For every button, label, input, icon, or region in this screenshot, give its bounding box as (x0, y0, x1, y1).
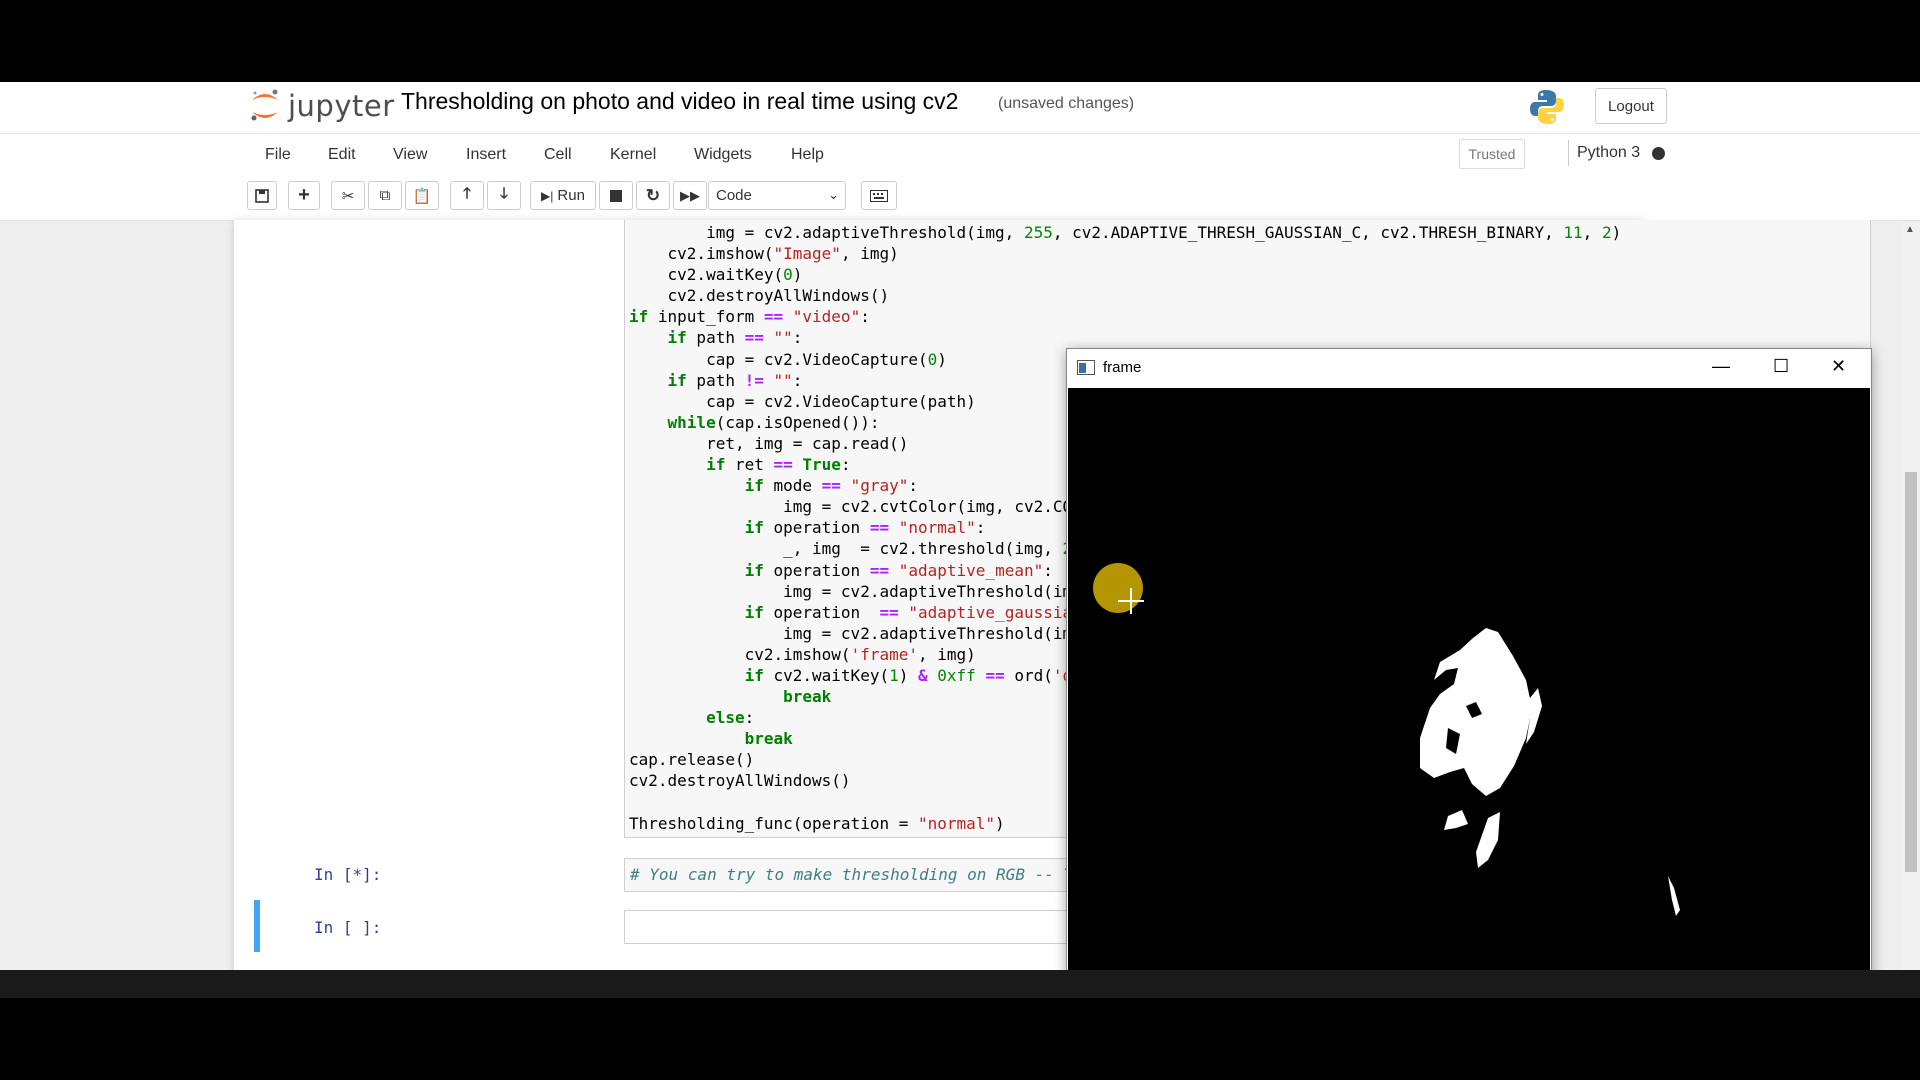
code-line: if cv2.waitKey(1) & 0xff == ord('q'): (744, 665, 1101, 685)
kernel-name: Python 3 (1577, 144, 1641, 161)
cursor-highlight (1093, 563, 1143, 613)
kernel-busy-icon (1652, 147, 1665, 160)
opencv-frame-window[interactable]: frame — ☐ ✕ (1066, 348, 1872, 990)
cell-type-value: Code (716, 187, 752, 204)
threshold-frame-canvas (1068, 388, 1870, 988)
code-line: if operation == "adaptive_gaussian": (744, 602, 1101, 622)
menu-cell[interactable]: Cell (544, 146, 572, 164)
code-line: while(cap.isOpened()): (667, 412, 880, 432)
code-line: else: (706, 708, 755, 728)
code-line: if operation == "normal": (744, 518, 986, 538)
run-icon: ▶| (541, 188, 554, 203)
code-line: cap = cv2.VideoCapture(0) (629, 349, 947, 369)
save-button[interactable] (247, 181, 277, 210)
maximize-icon[interactable]: ☐ (1773, 356, 1789, 377)
page-scrollbar[interactable]: ▲ ▼ (1902, 222, 1920, 992)
plus-icon: + (298, 184, 310, 206)
menu-edit[interactable]: Edit (328, 146, 356, 164)
code-line: if input_form == "video": (629, 307, 870, 327)
selected-cell-indicator (254, 900, 260, 952)
copy-icon: ⧉ (379, 187, 391, 204)
run-label: Run (557, 187, 585, 204)
restart-icon: ↻ (645, 185, 661, 205)
save-status: (unsaved changes) (998, 95, 1135, 112)
paste-button[interactable]: 📋 (405, 181, 439, 210)
window-title: frame (1103, 359, 1142, 376)
code-line: cv2.destroyAllWindows() (629, 286, 890, 306)
close-icon[interactable]: ✕ (1831, 356, 1846, 377)
code-line: cv2.waitKey(0) (629, 265, 803, 285)
kernel-separator (1568, 140, 1569, 166)
logout-button[interactable]: Logout (1595, 88, 1667, 124)
cell-type-select[interactable]: Code ⌄ (708, 181, 846, 210)
cell-prompt-running: In [*]: (314, 865, 382, 884)
cell-prompt-empty: In [ ]: (314, 918, 382, 937)
menu-view[interactable]: View (393, 146, 427, 164)
code-line: cap.release() (629, 750, 755, 770)
code-line: img = cv2.adaptiveThreshold(img, 255, cv… (629, 223, 1622, 242)
move-down-button[interactable]: 🡓 (487, 181, 521, 210)
menu-insert[interactable]: Insert (466, 146, 506, 164)
insert-cell-button[interactable]: + (288, 181, 320, 210)
code-line: cv2.imshow('frame', img) (629, 644, 976, 664)
keyboard-icon (870, 189, 888, 202)
menu-kernel[interactable]: Kernel (610, 146, 656, 164)
minimize-icon[interactable]: — (1712, 356, 1730, 377)
copy-button[interactable]: ⧉ (368, 181, 402, 210)
code-line: cv2.imshow("Image", img) (629, 244, 899, 264)
screen: jupyter Thresholding on photo and video … (0, 82, 1920, 997)
notebook-header: jupyter Thresholding on photo and video … (0, 82, 1920, 134)
chevron-down-icon: ⌄ (828, 187, 839, 202)
stop-icon (610, 189, 622, 202)
code-line: Thresholding_func(operation = "normal") (629, 813, 1005, 833)
code-line: if path == "": (667, 328, 803, 348)
code-line: if path != "": (667, 370, 803, 390)
code-line: cap = cv2.VideoCapture(path) (629, 391, 976, 411)
window-app-icon (1077, 360, 1095, 375)
move-up-button[interactable]: 🡑 (450, 181, 484, 210)
python-logo-icon (1527, 87, 1567, 132)
menu-file[interactable]: File (265, 146, 291, 164)
arrow-down-icon: 🡓 (500, 185, 508, 202)
window-titlebar[interactable]: frame — ☐ ✕ (1067, 349, 1871, 387)
restart-run-all-button[interactable]: ▶▶ (673, 181, 707, 210)
toolbar: + ✂ ⧉ 📋 🡑 🡓 ▶| Run ↻ ▶▶ (0, 178, 1920, 221)
save-icon (255, 188, 269, 203)
code-line: if operation == "adaptive_mean": (744, 560, 1053, 580)
scroll-thumb[interactable] (1905, 472, 1917, 872)
restart-button[interactable]: ↻ (636, 181, 670, 210)
fast-forward-icon: ▶▶ (680, 187, 700, 203)
code-line: break (744, 729, 793, 749)
paste-icon: 📋 (412, 187, 432, 205)
cut-icon: ✂ (341, 187, 355, 205)
jupyter-logo-icon (251, 89, 278, 121)
run-button[interactable]: ▶| Run (530, 181, 596, 210)
notebook-title[interactable]: Thresholding on photo and video in real … (401, 88, 958, 115)
interrupt-button[interactable] (599, 181, 633, 210)
scroll-up-icon[interactable]: ▲ (1905, 224, 1915, 235)
code-line: if ret == True: (706, 455, 851, 475)
code-line: break (783, 687, 832, 707)
arrow-up-icon: 🡑 (463, 185, 471, 202)
code-line: cv2.destroyAllWindows() (629, 771, 851, 791)
trusted-badge[interactable]: Trusted (1459, 139, 1525, 169)
jupyter-logo[interactable]: jupyter (248, 86, 395, 126)
menu-widgets[interactable]: Widgets (694, 146, 752, 164)
cut-button[interactable]: ✂ (331, 181, 365, 210)
command-palette-button[interactable] (861, 181, 897, 210)
download-bar (0, 970, 1920, 998)
code-line: if mode == "gray": (744, 476, 918, 496)
code-line: ret, img = cap.read() (629, 433, 909, 453)
jupyter-logo-text: jupyter (288, 89, 395, 123)
menu-help[interactable]: Help (791, 146, 824, 164)
threshold-frame-image (1093, 563, 1680, 916)
